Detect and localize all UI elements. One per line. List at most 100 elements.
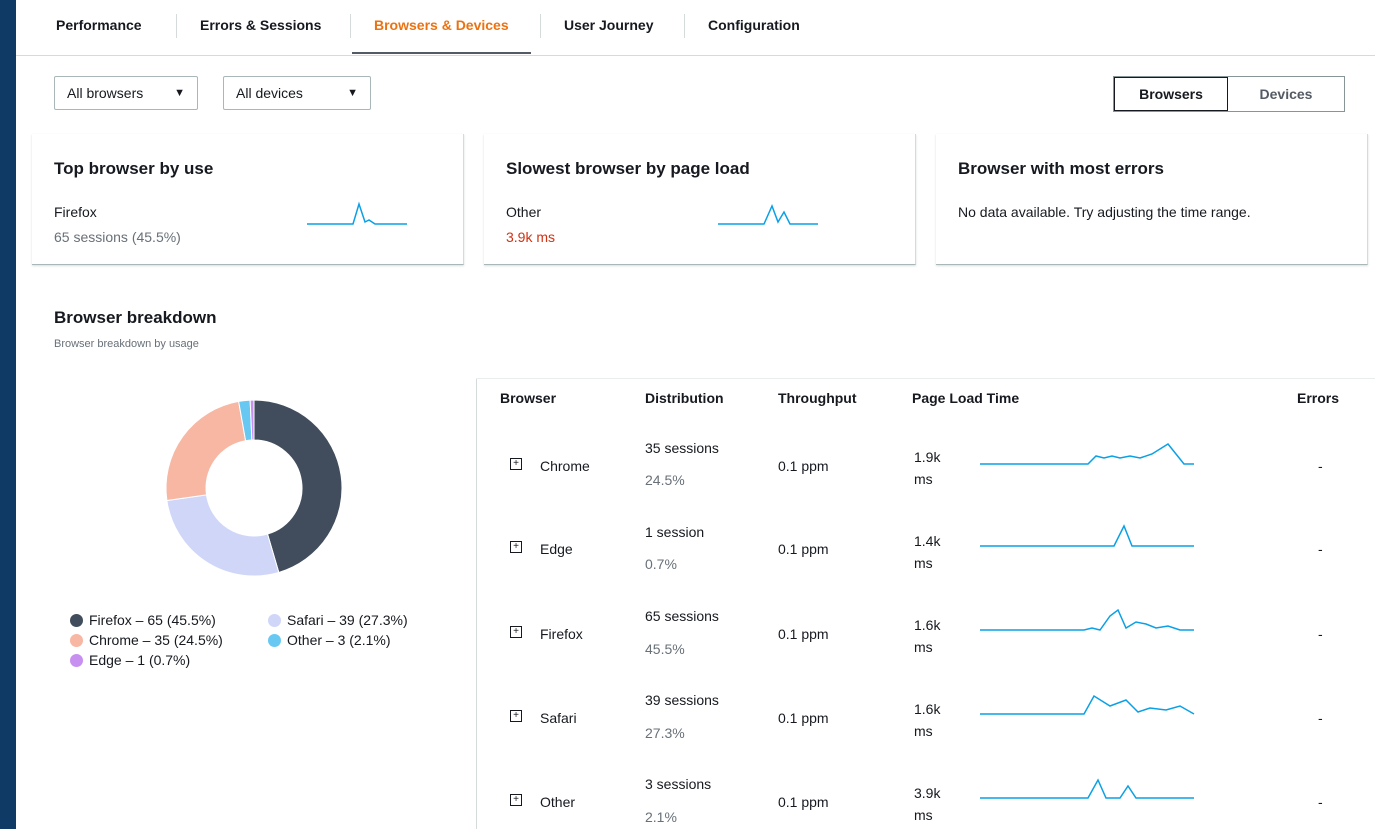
- row-throughput: 0.1 ppm: [778, 626, 829, 642]
- legend-item: Other – 3 (2.1%): [268, 632, 391, 648]
- card-value: 3.9k ms: [506, 229, 556, 245]
- column-header-browser[interactable]: Browser: [500, 390, 556, 406]
- tab-browsers-devices[interactable]: Browsers & Devices: [352, 0, 531, 54]
- row-errors: -: [1318, 626, 1323, 642]
- legend-label: Firefox – 65 (45.5%): [89, 612, 216, 628]
- expand-row-icon[interactable]: +: [510, 710, 522, 722]
- row-throughput: 0.1 ppm: [778, 710, 829, 726]
- row-sessions: 1 session: [645, 524, 705, 540]
- row-browser-name: Firefox: [540, 626, 583, 642]
- row-percentage: 24.5%: [645, 472, 685, 488]
- tab-errors-sessions[interactable]: Errors & Sessions: [178, 0, 343, 50]
- row-errors: -: [1318, 541, 1323, 557]
- expand-row-icon[interactable]: +: [510, 794, 522, 806]
- row-load-unit: ms: [914, 471, 933, 487]
- top-browser-card: Top browser by use Firefox 65 sessions (…: [32, 134, 464, 265]
- tab-bar: Performance Errors & Sessions Browsers &…: [16, 0, 1375, 56]
- row-browser-name: Other: [540, 794, 576, 810]
- legend-swatch: [268, 614, 281, 627]
- most-errors-card: Browser with most errors No data availab…: [936, 134, 1368, 265]
- section-subtitle: Browser breakdown by usage: [54, 338, 199, 350]
- row-sparkline: [980, 694, 1195, 715]
- no-data-message: No data available. Try adjusting the tim…: [958, 204, 1251, 220]
- column-header-throughput[interactable]: Throughput: [778, 390, 857, 406]
- legend-item: Edge – 1 (0.7%): [70, 652, 190, 668]
- tab-separator: [176, 14, 177, 38]
- legend-swatch: [268, 634, 281, 647]
- legend-swatch: [70, 654, 83, 667]
- caret-down-icon: ▼: [347, 87, 358, 99]
- devices-toggle-button[interactable]: Devices: [1228, 77, 1344, 111]
- browsers-select-value: All browsers: [67, 85, 144, 101]
- legend-item: Firefox – 65 (45.5%): [70, 612, 216, 628]
- column-header-distribution[interactable]: Distribution: [645, 390, 724, 406]
- tab-performance[interactable]: Performance: [34, 0, 164, 50]
- donut-slice-chrome[interactable]: [165, 400, 247, 502]
- row-load-time: 1.6k: [914, 617, 941, 633]
- legend-label: Edge – 1 (0.7%): [89, 652, 191, 668]
- row-sparkline: [980, 524, 1194, 547]
- expand-row-icon[interactable]: +: [510, 458, 522, 470]
- expand-row-icon[interactable]: +: [510, 541, 522, 553]
- browsers-select[interactable]: All browsers ▼: [54, 76, 198, 110]
- legend-item: Chrome – 35 (24.5%): [70, 632, 223, 648]
- row-sparkline: [980, 608, 1194, 631]
- row-errors: -: [1318, 794, 1323, 810]
- donut-slice-safari[interactable]: [166, 494, 280, 577]
- row-browser-name: Edge: [540, 541, 573, 557]
- tab-separator: [540, 14, 541, 38]
- row-errors: -: [1318, 458, 1323, 474]
- card-title: Browser with most errors: [958, 159, 1164, 178]
- row-sessions: 3 sessions: [645, 776, 712, 792]
- devices-select[interactable]: All devices ▼: [223, 76, 371, 110]
- browsers-toggle-button[interactable]: Browsers: [1114, 77, 1228, 111]
- row-percentage: 27.3%: [645, 725, 685, 741]
- row-sparkline: [980, 778, 1194, 799]
- row-errors: -: [1318, 710, 1323, 726]
- section-title: Browser breakdown: [54, 308, 217, 327]
- card-title: Top browser by use: [54, 159, 214, 178]
- row-percentage: 45.5%: [645, 641, 685, 657]
- legend-label: Other – 3 (2.1%): [287, 632, 391, 648]
- row-load-unit: ms: [914, 555, 933, 571]
- card-title: Slowest browser by page load: [506, 159, 750, 178]
- legend-label: Safari – 39 (27.3%): [287, 612, 408, 628]
- legend-swatch: [70, 614, 83, 627]
- devices-select-value: All devices: [236, 85, 303, 101]
- tab-separator: [684, 14, 685, 38]
- row-load-time: 1.6k: [914, 701, 941, 717]
- browsers-devices-dashboard: Performance Errors & Sessions Browsers &…: [16, 0, 1375, 829]
- browser-donut-chart: [165, 399, 343, 577]
- row-load-unit: ms: [914, 639, 933, 655]
- table-top-divider: [476, 378, 1375, 379]
- sparkline: [718, 204, 818, 225]
- row-throughput: 0.1 ppm: [778, 794, 829, 810]
- row-browser-name: Chrome: [540, 458, 590, 474]
- row-percentage: 2.1%: [645, 809, 677, 825]
- row-sparkline: [980, 443, 1194, 465]
- legend-label: Chrome – 35 (24.5%): [89, 632, 223, 648]
- caret-down-icon: ▼: [174, 87, 185, 99]
- column-header-errors[interactable]: Errors: [1297, 390, 1339, 406]
- row-sessions: 39 sessions: [645, 692, 719, 708]
- row-load-time: 3.9k: [914, 785, 941, 801]
- row-load-unit: ms: [914, 723, 933, 739]
- legend-swatch: [70, 634, 83, 647]
- row-sessions: 65 sessions: [645, 608, 719, 624]
- expand-row-icon[interactable]: +: [510, 626, 522, 638]
- row-percentage: 0.7%: [645, 556, 677, 572]
- sparkline: [307, 201, 407, 225]
- slowest-browser-card: Slowest browser by page load Other 3.9k …: [484, 134, 916, 265]
- row-load-time: 1.4k: [914, 533, 941, 549]
- card-browser-name: Other: [506, 204, 542, 220]
- card-value: 65 sessions (45.5%): [54, 229, 181, 245]
- row-sessions: 35 sessions: [645, 440, 719, 456]
- row-load-time: 1.9k: [914, 449, 941, 465]
- section-divider: [476, 379, 477, 829]
- tab-separator: [350, 14, 351, 38]
- tab-configuration[interactable]: Configuration: [686, 0, 822, 50]
- row-browser-name: Safari: [540, 710, 577, 726]
- column-header-page-load-time[interactable]: Page Load Time: [912, 390, 1019, 406]
- tab-user-journey[interactable]: User Journey: [542, 0, 675, 50]
- row-load-unit: ms: [914, 807, 933, 823]
